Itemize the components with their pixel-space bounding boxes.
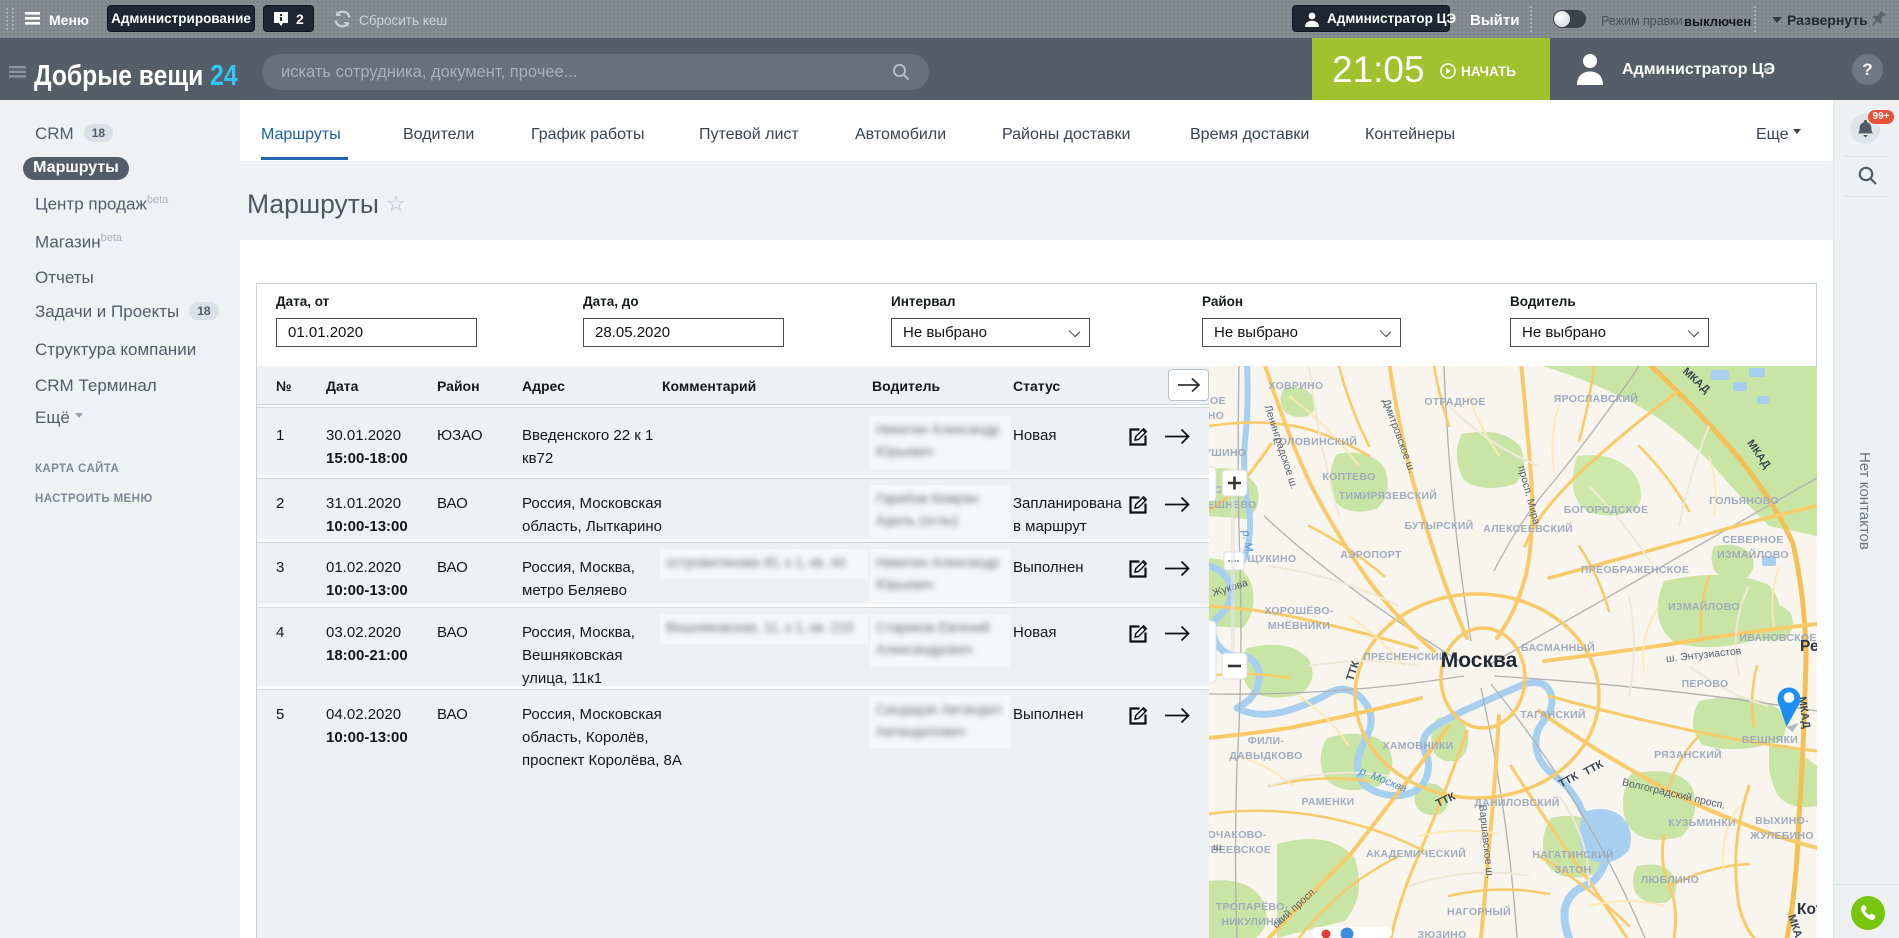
svg-text:СЕВЕРНОЕ: СЕВЕРНОЕ (1722, 534, 1783, 546)
svg-text:Москва: Москва (1441, 649, 1518, 672)
svg-text:ЯРОСЛАВСКИЙ: ЯРОСЛАВСКИЙ (1554, 392, 1638, 405)
svg-text:НОЕ: НОЕ (1209, 395, 1226, 407)
svg-text:ЖУЛЕБИНО: ЖУЛЕБИНО (1749, 830, 1814, 842)
svg-text:ИЗМАЙЛОВО: ИЗМАЙЛОВО (1668, 600, 1740, 613)
svg-text:ОЧАКОВО-: ОЧАКОВО- (1209, 829, 1267, 841)
svg-text:ТУШИНО: ТУШИНО (1209, 447, 1246, 459)
svg-text:АЛЕКСЕЕВСКИЙ: АЛЕКСЕЕВСКИЙ (1483, 522, 1573, 535)
svg-text:ВЫХИНО-: ВЫХИНО- (1755, 815, 1809, 827)
svg-text:ХОРОШЁВО-: ХОРОШЁВО- (1264, 604, 1333, 617)
svg-text:ВЕШНЯКИ: ВЕШНЯКИ (1742, 734, 1798, 746)
svg-text:ИЗМАЙЛОВО: ИЗМАЙЛОВО (1717, 548, 1789, 561)
svg-text:Ре: Ре (1800, 638, 1817, 655)
svg-text:ПЕРОВО: ПЕРОВО (1682, 678, 1729, 690)
svg-text:НАГАТИНСКИЙ: НАГАТИНСКИЙ (1532, 848, 1613, 861)
svg-text:КУЗЬМИНКИ: КУЗЬМИНКИ (1668, 817, 1736, 829)
svg-text:БУТЫРСКИЙ: БУТЫРСКИЙ (1404, 519, 1473, 532)
svg-text:БАСМАННЫЙ: БАСМАННЫЙ (1521, 641, 1595, 654)
svg-text:Кот: Кот (1797, 901, 1817, 918)
svg-text:ТРОПАРЁВО-: ТРОПАРЁВО- (1216, 900, 1289, 913)
svg-text:ФИЛИ-: ФИЛИ- (1248, 735, 1285, 747)
svg-text:ИНО: ИНО (1209, 410, 1224, 422)
svg-text:МНЁВНИКИ: МНЁВНИКИ (1268, 619, 1330, 632)
svg-text:ЗАТОН: ЗАТОН (1554, 864, 1591, 876)
svg-text:НАГОРНЫЙ: НАГОРНЫЙ (1447, 905, 1511, 918)
svg-text:ПРЕОБРАЖЕНСКОЕ: ПРЕОБРАЖЕНСКОЕ (1581, 564, 1689, 576)
svg-text:ТИМИРЯЗЕВСКИЙ: ТИМИРЯЗЕВСКИЙ (1339, 489, 1437, 502)
svg-text:ПРЕСНЕНСКИЙ: ПРЕСНЕНСКИЙ (1363, 650, 1447, 663)
svg-text:ЛЮБЛИНО: ЛЮБЛИНО (1641, 874, 1699, 886)
svg-text:ДАВЫДКОВО: ДАВЫДКОВО (1229, 750, 1302, 762)
svg-text:ш.: ш. (1213, 841, 1224, 853)
svg-text:АКАДЕМИЧЕСКИЙ: АКАДЕМИЧЕСКИЙ (1366, 847, 1466, 860)
svg-text:ЗЮЗИНО: ЗЮЗИНО (1417, 929, 1466, 938)
svg-text:КОПТЕВО: КОПТЕВО (1322, 471, 1375, 483)
svg-text:РАМЕНКИ: РАМЕНКИ (1301, 796, 1354, 808)
svg-text:ТАГАНСКИЙ: ТАГАНСКИЙ (1520, 708, 1586, 721)
svg-text:АЭРОПОРТ: АЭРОПОРТ (1340, 549, 1402, 561)
svg-text:ХОВРИНО: ХОВРИНО (1269, 380, 1324, 392)
svg-text:ОТРАДНОЕ: ОТРАДНОЕ (1424, 396, 1485, 408)
svg-text:БОГОРОДСКОЕ: БОГОРОДСКОЕ (1564, 504, 1649, 516)
svg-text:ГОЛЬЯНОВО: ГОЛЬЯНОВО (1709, 495, 1779, 507)
svg-text:ХАМОВНИКИ: ХАМОВНИКИ (1383, 740, 1454, 752)
svg-text:РЯЗАНСКИЙ: РЯЗАНСКИЙ (1654, 748, 1722, 761)
